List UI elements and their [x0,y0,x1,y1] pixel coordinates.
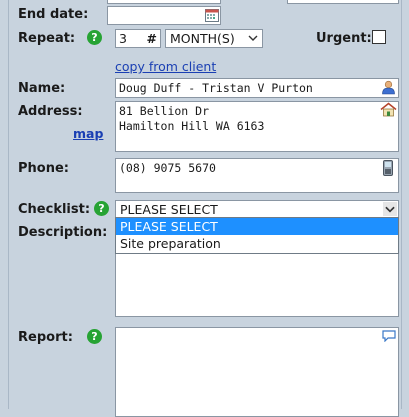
address-label: Address: [18,104,83,119]
repeat-unit-select[interactable]: MONTH(S) [165,29,263,48]
report-label: Report: [18,330,73,345]
repeat-unit-value: MONTH(S) [170,31,235,46]
phone-label: Phone: [18,161,69,176]
person-icon[interactable] [381,80,396,95]
checklist-option-site-preparation[interactable]: Site preparation [116,235,398,252]
chevron-down-icon [383,202,397,216]
address-textarea[interactable]: 81 Bellion Dr Hamilton Hill WA 6163 [115,101,399,152]
phone-value: (08) 9075 5670 [119,161,216,175]
phone-input[interactable]: (08) 9075 5670 [115,158,399,193]
name-value: Doug Duff - Tristan V Purton [119,81,313,95]
comment-icon[interactable] [382,330,396,342]
checklist-select[interactable]: PLEASE SELECT [115,200,399,218]
phone-icon[interactable] [383,160,393,176]
report-textarea[interactable] [115,327,399,417]
checklist-option-please-select[interactable]: PLEASE SELECT [116,218,398,235]
name-input[interactable]: Doug Duff - Tristan V Purton [115,78,399,98]
description-label: Description: [18,225,108,240]
checklist-dropdown-list: PLEASE SELECT Site preparation [115,217,399,254]
job-form-panel: End date: Repeat: ? 3 # MONTH(S) Urgent:… [8,0,402,417]
chevron-down-icon [248,35,258,41]
end-date-input[interactable] [107,6,221,25]
repeat-count-input[interactable]: 3 # [115,29,161,48]
end-date-label: End date: [18,7,89,22]
top-right-field[interactable] [287,0,399,4]
urgent-label: Urgent: [316,31,372,46]
house-icon[interactable] [380,102,397,117]
checklist-label: Checklist: [18,202,91,217]
calendar-icon[interactable] [205,9,219,22]
copy-from-client-link[interactable]: copy from client [115,59,216,74]
repeat-hash-label: # [146,31,157,46]
help-icon[interactable]: ? [87,30,102,45]
help-icon[interactable]: ? [87,329,102,344]
checklist-selected-value: PLEASE SELECT [120,202,218,217]
map-link[interactable]: map [73,126,103,141]
repeat-count-value: 3 [119,31,127,46]
address-line-2: Hamilton Hill WA 6163 [119,119,265,133]
top-left-field[interactable] [107,0,221,4]
name-label: Name: [18,81,66,96]
help-icon[interactable]: ? [94,201,109,216]
urgent-checkbox[interactable] [372,30,386,44]
address-line-1: 81 Bellion Dr [119,104,210,118]
repeat-label: Repeat: [18,31,76,46]
